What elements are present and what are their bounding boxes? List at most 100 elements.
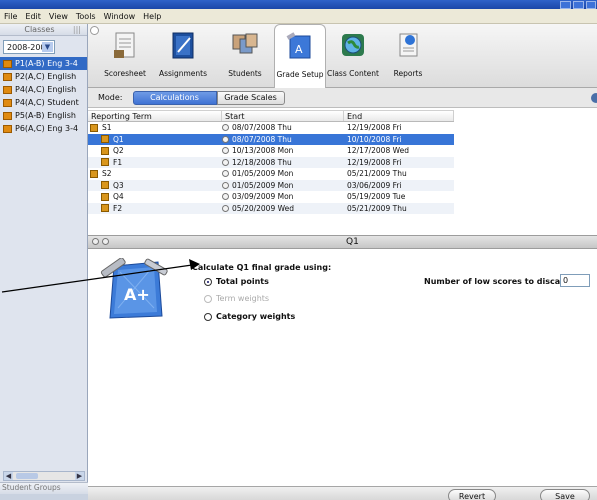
- chevron-down-icon[interactable]: ▼: [42, 42, 53, 52]
- low-scores-input[interactable]: 0: [560, 274, 590, 287]
- calendar-icon[interactable]: [222, 135, 229, 143]
- scroll-thumb[interactable]: [16, 473, 38, 479]
- radio-selected-icon[interactable]: [204, 277, 212, 286]
- column-header-term[interactable]: Reporting Term: [88, 111, 222, 121]
- menu-view[interactable]: View: [45, 12, 72, 21]
- end-date[interactable]: 12/19/2008 Fri: [344, 158, 454, 167]
- start-cell[interactable]: 05/20/2009 Wed: [222, 204, 344, 213]
- calendar-icon[interactable]: [222, 204, 229, 212]
- end-date[interactable]: 03/06/2009 Fri: [344, 181, 454, 190]
- start-date: 08/07/2008 Thu: [232, 123, 292, 133]
- end-date[interactable]: 10/10/2008 Fri: [344, 135, 454, 144]
- student-groups-header[interactable]: Student Groups: [0, 482, 88, 494]
- class-item[interactable]: P2(A,C) English: [0, 70, 87, 83]
- menu-edit[interactable]: Edit: [21, 12, 45, 21]
- collapse-icon[interactable]: [92, 238, 99, 245]
- table-row[interactable]: F1 12/18/2008 Thu 12/19/2008 Fri: [88, 156, 454, 168]
- close-button[interactable]: [586, 1, 596, 9]
- table-row[interactable]: F2 05/20/2009 Wed 05/21/2009 Thu: [88, 202, 454, 214]
- start-cell[interactable]: 10/13/2008 Mon: [222, 146, 344, 155]
- start-cell[interactable]: 01/05/2009 Mon: [222, 169, 344, 178]
- class-book-icon: [3, 98, 12, 107]
- calendar-icon[interactable]: [222, 181, 229, 189]
- menu-window[interactable]: Window: [100, 12, 140, 21]
- class-item[interactable]: P5(A-B) English: [0, 109, 87, 122]
- class-item-label: P5(A-B) English: [15, 111, 76, 120]
- term-cell: Q2: [88, 146, 222, 155]
- term-cell: F1: [88, 158, 222, 167]
- term-book-icon: [90, 169, 98, 178]
- radio-icon[interactable]: [204, 312, 212, 321]
- end-date[interactable]: 05/21/2009 Thu: [344, 204, 454, 213]
- calendar-icon[interactable]: [222, 158, 229, 166]
- panel-edge-knob[interactable]: [591, 93, 597, 103]
- option-total-points[interactable]: Total points: [204, 277, 269, 286]
- term-cell: S2: [88, 169, 222, 178]
- column-header-start[interactable]: Start: [222, 111, 344, 121]
- classes-header: Classes |||: [0, 24, 87, 36]
- menu-help[interactable]: Help: [139, 12, 165, 21]
- minimize-button[interactable]: [560, 1, 571, 9]
- term-name: Q2: [113, 146, 124, 156]
- class-book-icon: [3, 124, 12, 133]
- table-row[interactable]: S1 08/07/2008 Thu 12/19/2008 Fri: [88, 122, 454, 134]
- table-row[interactable]: Q2 10/13/2008 Mon 12/17/2008 Wed: [88, 145, 454, 157]
- class-item[interactable]: P4(A,C) English: [0, 83, 87, 96]
- table-row[interactable]: S2 01/05/2009 Mon 05/21/2009 Thu: [88, 168, 454, 180]
- maximize-button[interactable]: [573, 1, 584, 9]
- start-date: 05/20/2009 Wed: [232, 203, 294, 213]
- option-category-weights[interactable]: Category weights: [204, 312, 295, 321]
- class-item-label: P1(A-B) Eng 3-4: [15, 59, 78, 68]
- end-date[interactable]: 05/19/2009 Tue: [344, 192, 454, 201]
- toolbar-scoresheet[interactable]: Scoresheet: [98, 24, 152, 88]
- scoresheet-icon: [110, 30, 140, 60]
- toolbar-class-content[interactable]: Class Content: [326, 24, 380, 88]
- start-cell[interactable]: 08/07/2008 Thu: [222, 135, 344, 144]
- start-cell[interactable]: 01/05/2009 Mon: [222, 181, 344, 190]
- start-cell[interactable]: 12/18/2008 Thu: [222, 158, 344, 167]
- table-row[interactable]: Q4 03/09/2009 Mon 05/19/2009 Tue: [88, 191, 454, 203]
- menu-tools[interactable]: Tools: [72, 12, 100, 21]
- sidebar-horizontal-scrollbar[interactable]: ◀ ▶: [3, 471, 85, 481]
- toolbar-grade-setup[interactable]: A Grade Setup: [274, 24, 326, 88]
- class-sidebar: Classes ||| 2008-2009 ▼ P1(A-B) Eng 3-4 …: [0, 24, 88, 500]
- class-item[interactable]: P6(A,C) Eng 3-4: [0, 122, 87, 135]
- mode-calculations-button[interactable]: Calculations: [132, 90, 217, 105]
- start-date: 01/05/2009 Mon: [232, 180, 294, 190]
- student-groups-label: Student Groups: [2, 483, 61, 492]
- end-date[interactable]: 12/17/2008 Wed: [344, 146, 454, 155]
- class-item[interactable]: P1(A-B) Eng 3-4: [0, 57, 87, 70]
- calendar-icon[interactable]: [222, 193, 229, 201]
- start-cell[interactable]: 03/09/2009 Mon: [222, 192, 344, 201]
- mode-bar: Mode: Calculations Grade Scales: [88, 88, 597, 108]
- panel-grip-icon[interactable]: |||: [73, 25, 81, 34]
- toolbar-reports[interactable]: Reports: [386, 24, 430, 88]
- scroll-left-icon[interactable]: ◀: [4, 472, 13, 480]
- term-book-icon: [101, 181, 109, 190]
- class-item[interactable]: P4(A,C) Student: [0, 96, 87, 109]
- scroll-right-icon[interactable]: ▶: [75, 472, 84, 480]
- menu-file[interactable]: File: [0, 12, 21, 21]
- term-book-icon: [101, 135, 109, 144]
- term-book-icon: [90, 123, 98, 132]
- option-label: Term weights: [216, 294, 270, 303]
- end-date[interactable]: 12/19/2008 Fri: [344, 123, 454, 132]
- table-row[interactable]: Q3 01/05/2009 Mon 03/06/2009 Fri: [88, 179, 454, 191]
- column-header-end[interactable]: End: [344, 111, 454, 121]
- toolbar-assignments[interactable]: Assignments: [152, 24, 214, 88]
- calendar-icon[interactable]: [222, 170, 229, 178]
- revert-button[interactable]: Revert: [448, 489, 496, 500]
- year-select[interactable]: 2008-2009 ▼: [3, 40, 55, 54]
- start-cell[interactable]: 08/07/2008 Thu: [222, 123, 344, 132]
- term-name: S2: [102, 169, 112, 179]
- calendar-icon[interactable]: [222, 147, 229, 155]
- toolbar-students[interactable]: Students: [222, 24, 268, 88]
- mode-grade-scales-button[interactable]: Grade Scales: [216, 90, 285, 105]
- assignments-icon: [168, 30, 198, 60]
- table-row[interactable]: Q1 08/07/2008 Thu 10/10/2008 Fri: [88, 133, 454, 145]
- toolbar-label: Scoresheet: [104, 69, 146, 78]
- calendar-icon[interactable]: [222, 124, 229, 132]
- save-button[interactable]: Save: [540, 489, 590, 500]
- expand-icon[interactable]: [102, 238, 109, 245]
- end-date[interactable]: 05/21/2009 Thu: [344, 169, 454, 178]
